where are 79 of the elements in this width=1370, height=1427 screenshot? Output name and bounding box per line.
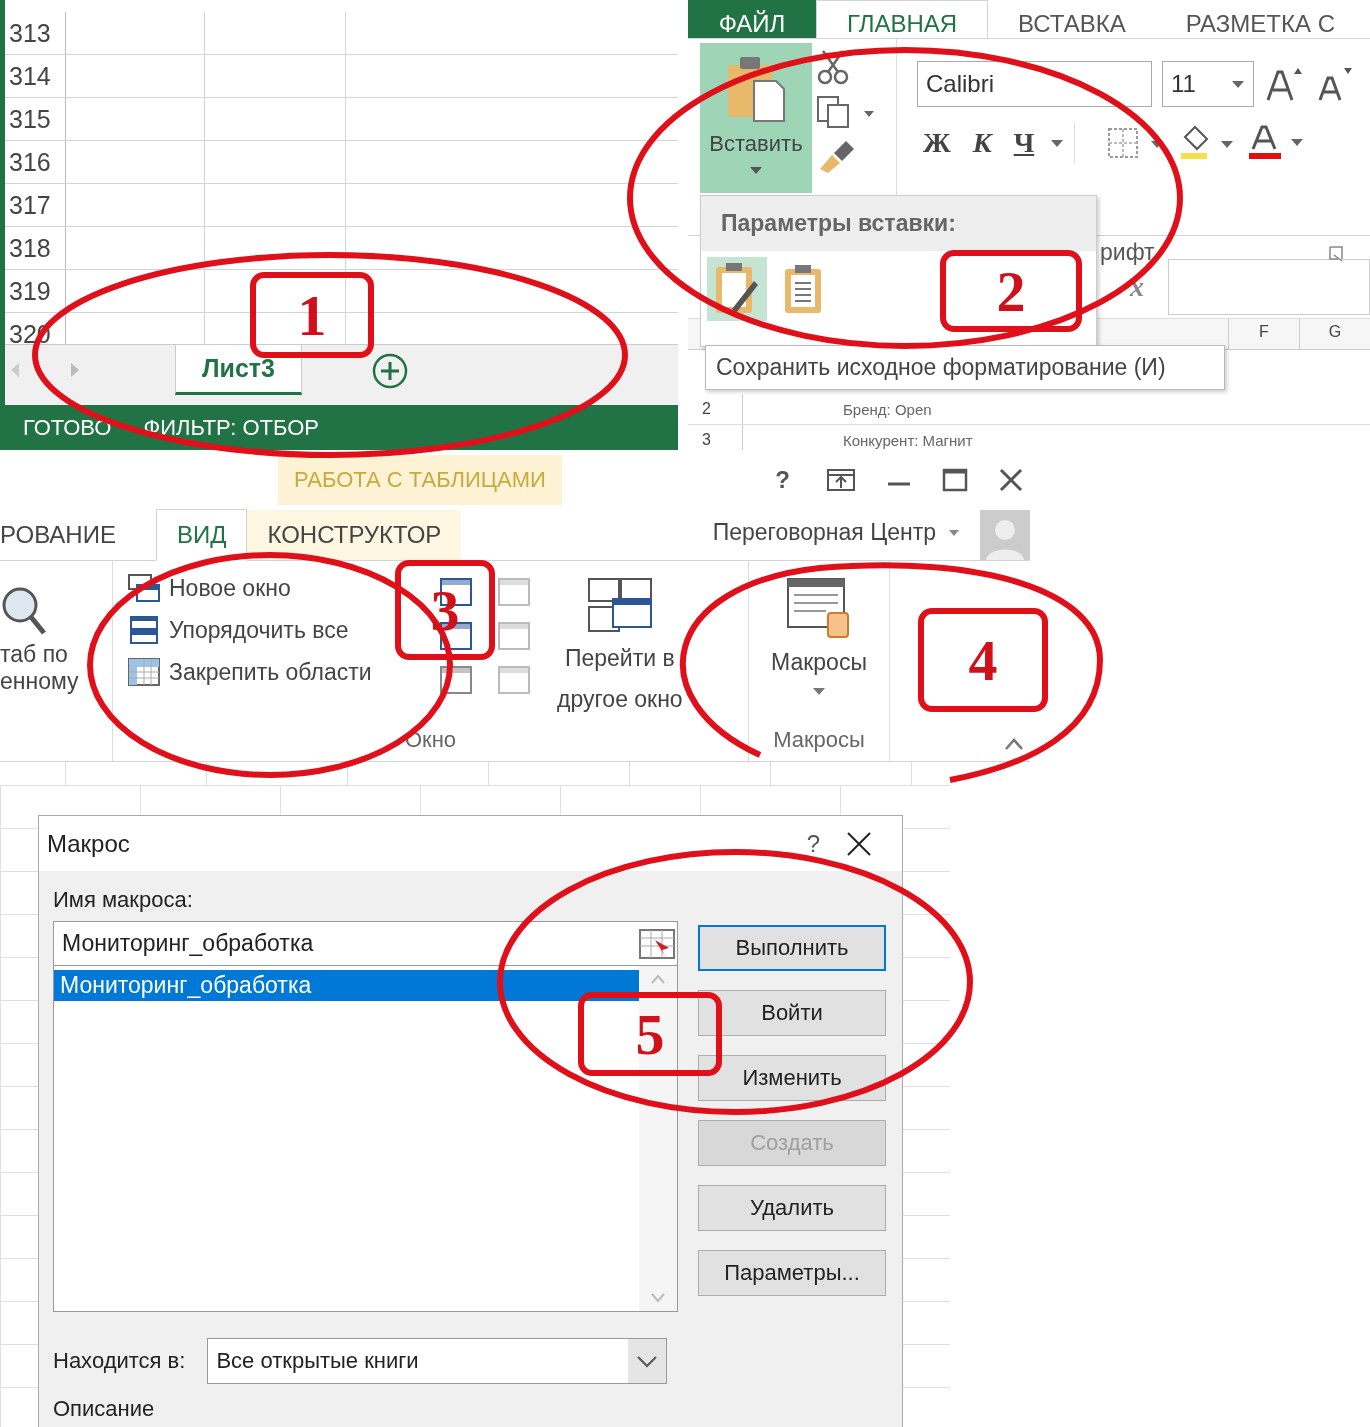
menu-title: Параметры вставки: [701,196,1096,251]
field-label: Имя макроса: [53,887,193,912]
freeze-panes-icon [127,657,161,687]
format-button[interactable]: Ч [1007,127,1041,159]
macro-name-input[interactable]: Мониторинг_обработка [54,929,637,958]
function-symbol[interactable]: x [1130,271,1144,303]
field-label: Описание [53,1396,155,1421]
close-icon[interactable] [846,830,872,857]
row-header: 313 [5,12,66,54]
tooltip: Сохранить исходное форматирование (И) [705,345,1225,390]
status-text: ГОТОВО [23,414,112,441]
context-title: РАБОТА С ТАБЛИЦАМИ [278,455,562,505]
macro-name-field[interactable]: Мониторинг_обработка [53,921,678,966]
column-header: F [1228,319,1299,349]
format-button[interactable]: К [966,127,998,159]
copy-icon[interactable] [816,95,876,129]
ribbon-tab[interactable]: КОНСТРУКТОР [247,510,462,560]
dialog-title: Макрос [47,829,130,858]
dropdown-icon [812,685,826,696]
font-name-field[interactable]: Calibri [917,61,1152,107]
new-window-icon [127,573,161,603]
ribbon-display-icon[interactable] [826,468,856,492]
clipboard-icon [783,263,823,315]
row-header: 2 [688,394,743,424]
list-item[interactable]: Мониторинг_обработка [54,970,639,1001]
windows-icon [586,577,653,635]
row-header: 314 [5,55,66,97]
dialog-button[interactable]: Выполнить [698,925,886,971]
status-text: ФИЛЬТР: ОТБОР [143,414,319,441]
row-header: 317 [5,184,66,226]
window-command[interactable]: Закрепить области [127,657,427,687]
callout-number: 2 [940,250,1082,332]
callout-number: 1 [250,272,374,358]
dropdown-icon [1231,79,1245,89]
row-header: 316 [5,141,66,183]
format-button[interactable]: Ж [917,127,957,159]
dialog-button[interactable]: Удалить [698,1185,886,1231]
collapse-ribbon-icon[interactable] [1004,737,1024,751]
ribbon-tab[interactable]: ГЛАВНАЯ [816,0,989,38]
table-cell-text: Бренд: Open [842,400,932,418]
paste-button[interactable]: Вставить [700,43,812,193]
sheet-tab[interactable]: Лист3 [175,345,302,395]
row-header: 319 [5,270,66,312]
ribbon-tab[interactable]: ФАЙЛ [688,0,816,38]
ribbon-tab[interactable]: ВИД [155,509,248,561]
add-sheet-icon[interactable] [372,353,408,389]
switch-windows-button[interactable]: Перейти в другое окно [543,561,697,727]
dropdown-icon [628,1339,667,1383]
row-header: 318 [5,227,66,269]
column-header: G [1299,319,1370,349]
account-name[interactable]: Переговорная Центр [712,519,936,546]
callout-number: 5 [578,992,722,1076]
field-label: Находится в: [53,1348,186,1374]
dropdown-icon [749,165,763,175]
dialog-launcher-icon[interactable] [1328,245,1346,263]
dialog-button[interactable]: Изменить [698,1055,886,1101]
dropdown-icon[interactable] [1050,138,1065,148]
button-label[interactable]: таб по [0,641,112,668]
paste-option[interactable] [707,257,767,321]
row-header: 315 [5,98,66,140]
table-cell-text: Конкурент: Магнит [842,431,973,449]
callout-number: 4 [918,608,1048,712]
dropdown-icon[interactable] [948,528,960,537]
close-icon[interactable] [998,467,1024,493]
macros-button[interactable]: Макросы [757,561,881,727]
font-size-field[interactable]: 11 [1162,61,1254,107]
help-button[interactable]: ? [800,828,826,859]
dialog-button[interactable]: Войти [698,990,886,1036]
dialog-button[interactable]: Параметры... [698,1250,886,1296]
location-dropdown[interactable]: Все открытые книги [207,1338,668,1384]
button-label[interactable]: енному [0,668,112,695]
maximize-icon[interactable] [942,468,968,492]
help-button[interactable]: ? [769,465,796,495]
formula-field[interactable] [1168,259,1370,315]
arrange-icon [127,615,161,645]
macro-sheet-icon [786,577,852,639]
scissors-icon[interactable] [816,49,850,85]
group-label: рифт [1100,239,1155,266]
group-label: Макросы [772,727,866,754]
